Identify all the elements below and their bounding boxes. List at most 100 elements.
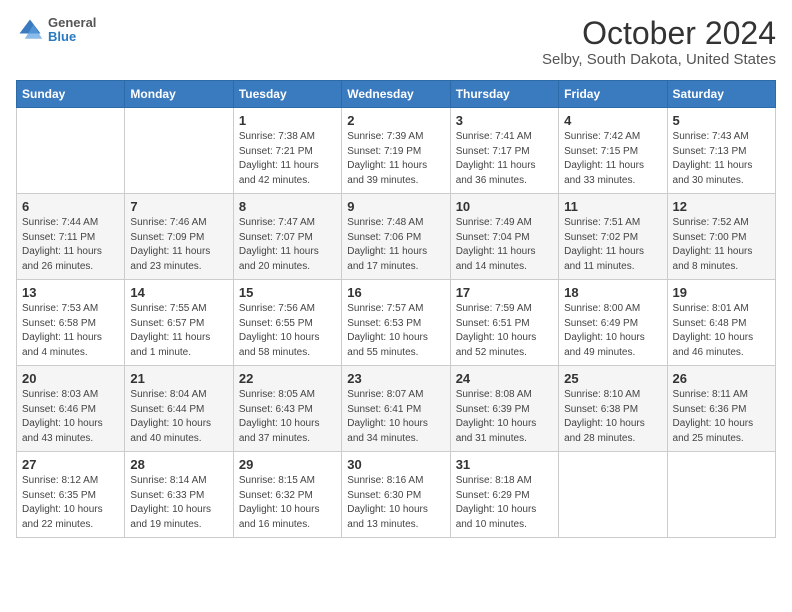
day-info: Sunrise: 7:57 AMSunset: 6:53 PMDaylight:… xyxy=(347,302,444,360)
day-cell: 16 Sunrise: 7:57 AMSunset: 6:53 PMDaylig… xyxy=(342,280,450,366)
day-number: 30 xyxy=(347,457,444,472)
logo-line2: Blue xyxy=(48,30,96,44)
column-header-wednesday: Wednesday xyxy=(342,81,450,108)
day-info: Sunrise: 8:16 AMSunset: 6:30 PMDaylight:… xyxy=(347,474,444,532)
day-number: 2 xyxy=(347,113,444,128)
day-info: Sunrise: 7:55 AMSunset: 6:57 PMDaylight:… xyxy=(130,302,227,360)
week-row-2: 6 Sunrise: 7:44 AMSunset: 7:11 PMDayligh… xyxy=(17,194,776,280)
day-info: Sunrise: 8:15 AMSunset: 6:32 PMDaylight:… xyxy=(239,474,336,532)
day-cell xyxy=(559,452,667,538)
day-info: Sunrise: 7:41 AMSunset: 7:17 PMDaylight:… xyxy=(456,130,553,188)
page-header: General Blue October 2024 Selby, South D… xyxy=(16,16,776,68)
calendar-subtitle: Selby, South Dakota, United States xyxy=(542,51,776,68)
column-header-monday: Monday xyxy=(125,81,233,108)
day-info: Sunrise: 8:05 AMSunset: 6:43 PMDaylight:… xyxy=(239,388,336,446)
day-info: Sunrise: 7:47 AMSunset: 7:07 PMDaylight:… xyxy=(239,216,336,274)
day-cell: 1 Sunrise: 7:38 AMSunset: 7:21 PMDayligh… xyxy=(233,108,341,194)
day-cell: 13 Sunrise: 7:53 AMSunset: 6:58 PMDaylig… xyxy=(17,280,125,366)
day-info: Sunrise: 7:49 AMSunset: 7:04 PMDaylight:… xyxy=(456,216,553,274)
day-cell: 3 Sunrise: 7:41 AMSunset: 7:17 PMDayligh… xyxy=(450,108,558,194)
day-info: Sunrise: 8:04 AMSunset: 6:44 PMDaylight:… xyxy=(130,388,227,446)
calendar-table: SundayMondayTuesdayWednesdayThursdayFrid… xyxy=(16,80,776,538)
week-row-4: 20 Sunrise: 8:03 AMSunset: 6:46 PMDaylig… xyxy=(17,366,776,452)
day-info: Sunrise: 8:01 AMSunset: 6:48 PMDaylight:… xyxy=(673,302,770,360)
day-info: Sunrise: 7:59 AMSunset: 6:51 PMDaylight:… xyxy=(456,302,553,360)
logo: General Blue xyxy=(16,16,96,45)
day-number: 21 xyxy=(130,371,227,386)
day-cell: 26 Sunrise: 8:11 AMSunset: 6:36 PMDaylig… xyxy=(667,366,775,452)
day-number: 5 xyxy=(673,113,770,128)
day-number: 15 xyxy=(239,285,336,300)
day-cell: 5 Sunrise: 7:43 AMSunset: 7:13 PMDayligh… xyxy=(667,108,775,194)
day-info: Sunrise: 7:39 AMSunset: 7:19 PMDaylight:… xyxy=(347,130,444,188)
day-cell: 11 Sunrise: 7:51 AMSunset: 7:02 PMDaylig… xyxy=(559,194,667,280)
column-header-tuesday: Tuesday xyxy=(233,81,341,108)
day-cell xyxy=(125,108,233,194)
day-cell: 23 Sunrise: 8:07 AMSunset: 6:41 PMDaylig… xyxy=(342,366,450,452)
day-number: 6 xyxy=(22,199,119,214)
day-cell: 15 Sunrise: 7:56 AMSunset: 6:55 PMDaylig… xyxy=(233,280,341,366)
week-row-1: 1 Sunrise: 7:38 AMSunset: 7:21 PMDayligh… xyxy=(17,108,776,194)
day-info: Sunrise: 8:10 AMSunset: 6:38 PMDaylight:… xyxy=(564,388,661,446)
day-info: Sunrise: 8:03 AMSunset: 6:46 PMDaylight:… xyxy=(22,388,119,446)
day-number: 14 xyxy=(130,285,227,300)
calendar-title: October 2024 xyxy=(542,16,776,51)
day-number: 31 xyxy=(456,457,553,472)
day-cell: 14 Sunrise: 7:55 AMSunset: 6:57 PMDaylig… xyxy=(125,280,233,366)
day-cell xyxy=(17,108,125,194)
logo-line1: General xyxy=(48,16,96,30)
day-cell: 17 Sunrise: 7:59 AMSunset: 6:51 PMDaylig… xyxy=(450,280,558,366)
day-cell: 2 Sunrise: 7:39 AMSunset: 7:19 PMDayligh… xyxy=(342,108,450,194)
day-number: 9 xyxy=(347,199,444,214)
day-number: 8 xyxy=(239,199,336,214)
column-header-saturday: Saturday xyxy=(667,81,775,108)
day-number: 27 xyxy=(22,457,119,472)
day-info: Sunrise: 7:46 AMSunset: 7:09 PMDaylight:… xyxy=(130,216,227,274)
day-cell: 24 Sunrise: 8:08 AMSunset: 6:39 PMDaylig… xyxy=(450,366,558,452)
day-cell: 18 Sunrise: 8:00 AMSunset: 6:49 PMDaylig… xyxy=(559,280,667,366)
day-cell: 6 Sunrise: 7:44 AMSunset: 7:11 PMDayligh… xyxy=(17,194,125,280)
day-number: 1 xyxy=(239,113,336,128)
column-header-sunday: Sunday xyxy=(17,81,125,108)
day-cell: 9 Sunrise: 7:48 AMSunset: 7:06 PMDayligh… xyxy=(342,194,450,280)
day-info: Sunrise: 7:51 AMSunset: 7:02 PMDaylight:… xyxy=(564,216,661,274)
day-number: 28 xyxy=(130,457,227,472)
day-number: 3 xyxy=(456,113,553,128)
day-cell: 10 Sunrise: 7:49 AMSunset: 7:04 PMDaylig… xyxy=(450,194,558,280)
day-cell: 28 Sunrise: 8:14 AMSunset: 6:33 PMDaylig… xyxy=(125,452,233,538)
day-cell: 29 Sunrise: 8:15 AMSunset: 6:32 PMDaylig… xyxy=(233,452,341,538)
column-header-friday: Friday xyxy=(559,81,667,108)
day-info: Sunrise: 8:18 AMSunset: 6:29 PMDaylight:… xyxy=(456,474,553,532)
day-info: Sunrise: 8:14 AMSunset: 6:33 PMDaylight:… xyxy=(130,474,227,532)
day-cell: 19 Sunrise: 8:01 AMSunset: 6:48 PMDaylig… xyxy=(667,280,775,366)
day-cell: 20 Sunrise: 8:03 AMSunset: 6:46 PMDaylig… xyxy=(17,366,125,452)
day-number: 10 xyxy=(456,199,553,214)
day-info: Sunrise: 7:38 AMSunset: 7:21 PMDaylight:… xyxy=(239,130,336,188)
week-row-3: 13 Sunrise: 7:53 AMSunset: 6:58 PMDaylig… xyxy=(17,280,776,366)
day-info: Sunrise: 7:56 AMSunset: 6:55 PMDaylight:… xyxy=(239,302,336,360)
day-number: 19 xyxy=(673,285,770,300)
day-number: 22 xyxy=(239,371,336,386)
day-number: 7 xyxy=(130,199,227,214)
calendar-body: 1 Sunrise: 7:38 AMSunset: 7:21 PMDayligh… xyxy=(17,108,776,538)
day-number: 25 xyxy=(564,371,661,386)
day-number: 12 xyxy=(673,199,770,214)
day-cell: 27 Sunrise: 8:12 AMSunset: 6:35 PMDaylig… xyxy=(17,452,125,538)
day-number: 29 xyxy=(239,457,336,472)
day-number: 11 xyxy=(564,199,661,214)
day-info: Sunrise: 7:53 AMSunset: 6:58 PMDaylight:… xyxy=(22,302,119,360)
day-info: Sunrise: 8:08 AMSunset: 6:39 PMDaylight:… xyxy=(456,388,553,446)
day-info: Sunrise: 7:44 AMSunset: 7:11 PMDaylight:… xyxy=(22,216,119,274)
day-number: 17 xyxy=(456,285,553,300)
day-cell: 30 Sunrise: 8:16 AMSunset: 6:30 PMDaylig… xyxy=(342,452,450,538)
day-info: Sunrise: 7:48 AMSunset: 7:06 PMDaylight:… xyxy=(347,216,444,274)
day-number: 18 xyxy=(564,285,661,300)
day-cell xyxy=(667,452,775,538)
calendar-header: SundayMondayTuesdayWednesdayThursdayFrid… xyxy=(17,81,776,108)
day-info: Sunrise: 7:52 AMSunset: 7:00 PMDaylight:… xyxy=(673,216,770,274)
day-cell: 31 Sunrise: 8:18 AMSunset: 6:29 PMDaylig… xyxy=(450,452,558,538)
day-number: 24 xyxy=(456,371,553,386)
logo-icon xyxy=(16,16,44,44)
day-cell: 7 Sunrise: 7:46 AMSunset: 7:09 PMDayligh… xyxy=(125,194,233,280)
logo-text: General Blue xyxy=(48,16,96,45)
